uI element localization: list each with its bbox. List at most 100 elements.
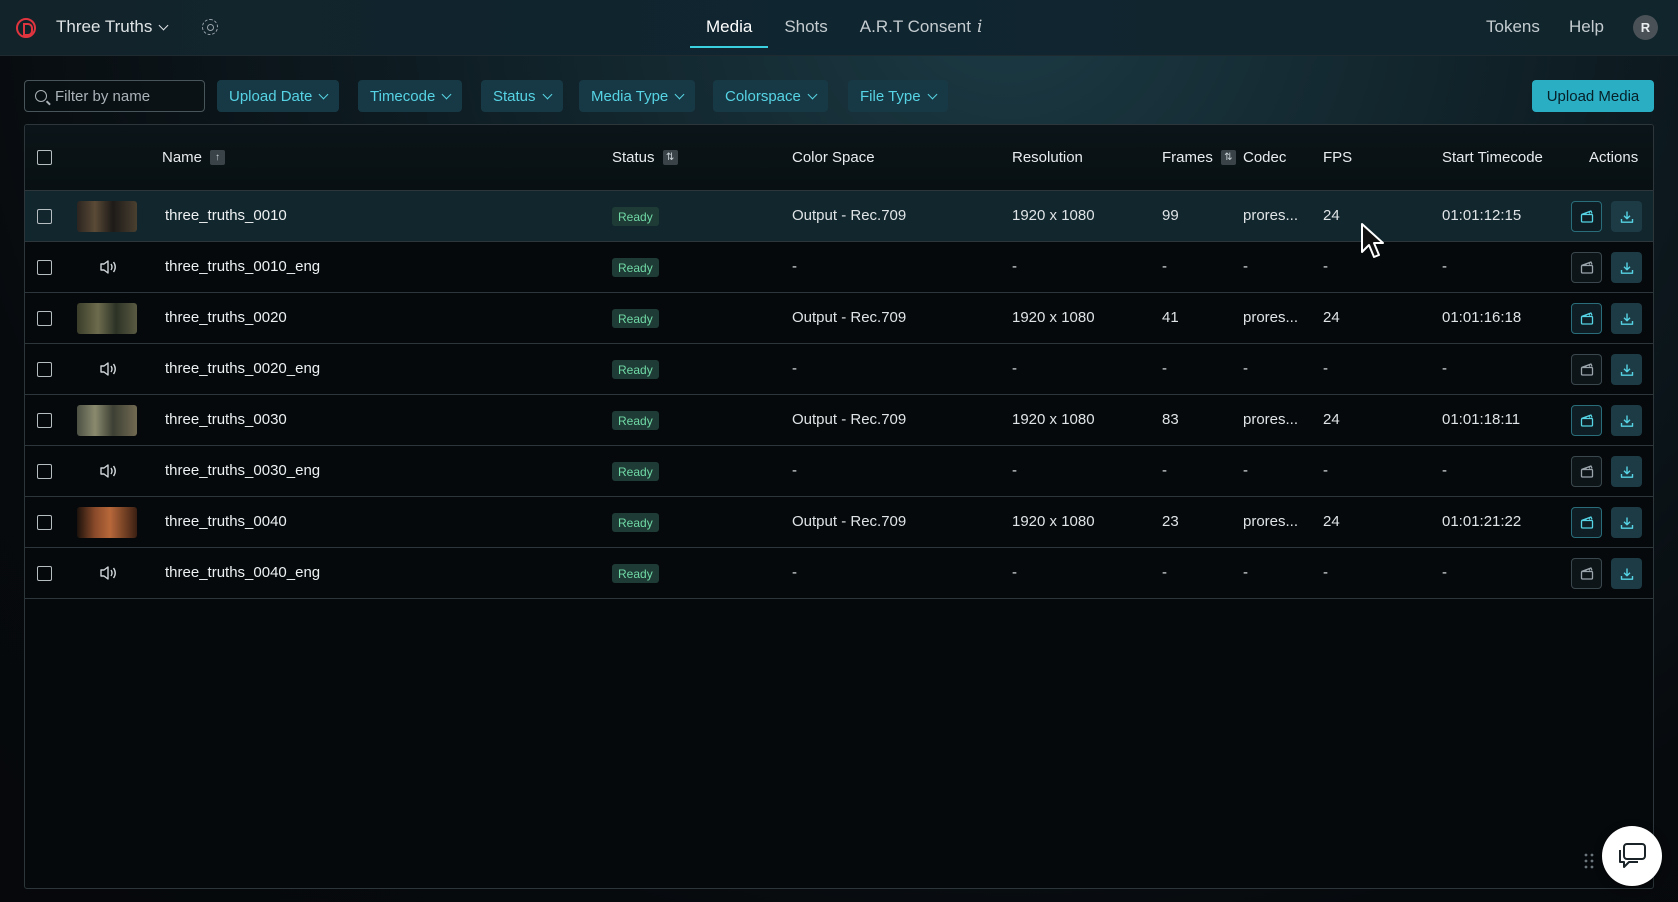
clapperboard-icon [1580, 567, 1593, 580]
filter-colorspace[interactable]: Colorspace [713, 80, 828, 112]
row-checkbox[interactable] [37, 515, 52, 530]
video-thumbnail[interactable] [77, 201, 137, 232]
app-logo-icon[interactable] [16, 18, 36, 38]
filter-timecode[interactable]: Timecode [358, 80, 463, 112]
filter-media-type[interactable]: Media Type [579, 80, 696, 112]
create-shot-button[interactable] [1571, 405, 1602, 436]
download-button[interactable] [1611, 354, 1642, 385]
video-thumbnail[interactable] [77, 507, 137, 538]
column-status[interactable]: Status ⇅ [612, 149, 678, 166]
search-input[interactable] [55, 87, 195, 105]
media-name[interactable]: three_truths_0030_eng [165, 462, 320, 479]
table-row[interactable]: three_truths_0020 Ready Output - Rec.709 19… [25, 293, 1653, 344]
download-button[interactable] [1611, 558, 1642, 589]
status-badge: Ready [612, 258, 659, 277]
download-icon [1620, 517, 1633, 529]
codec-value: - [1243, 462, 1248, 479]
search-icon [35, 90, 47, 102]
video-thumbnail[interactable] [77, 303, 137, 334]
codec-value: - [1243, 360, 1248, 377]
row-checkbox[interactable] [37, 566, 52, 581]
row-checkbox[interactable] [37, 413, 52, 428]
color-space-value: Output - Rec.709 [792, 309, 907, 326]
select-all-checkbox[interactable] [37, 150, 52, 165]
media-name[interactable]: three_truths_0020_eng [165, 360, 320, 377]
codec-value: prores... [1243, 309, 1299, 326]
tab-media[interactable]: Media [690, 0, 769, 48]
column-frames[interactable]: Frames ⇅ [1162, 149, 1236, 166]
tab-art-consent[interactable]: A.R.T Consent i [844, 0, 999, 48]
row-checkbox[interactable] [37, 362, 52, 377]
create-shot-button[interactable] [1571, 201, 1602, 232]
table-row[interactable]: three_truths_0010_eng Ready - - - - - - [25, 242, 1653, 293]
resolution-value: 1920 x 1080 [1012, 207, 1095, 224]
chat-button[interactable] [1602, 826, 1662, 886]
create-shot-button[interactable] [1571, 303, 1602, 334]
frames-value: - [1162, 360, 1167, 377]
table-row[interactable]: three_truths_0040_eng Ready - - - - - - [25, 548, 1653, 599]
download-icon [1620, 313, 1633, 325]
resolution-value: - [1012, 564, 1017, 581]
status-badge: Ready [612, 360, 659, 379]
create-shot-button[interactable] [1571, 558, 1602, 589]
avatar[interactable]: R [1633, 15, 1658, 40]
column-actions: Actions [1589, 149, 1639, 166]
speaker-icon [100, 260, 116, 274]
chevron-down-icon [542, 89, 552, 99]
row-checkbox[interactable] [37, 209, 52, 224]
start-timecode-value: - [1442, 462, 1447, 479]
download-button[interactable] [1611, 456, 1642, 487]
info-icon[interactable]: i [977, 17, 982, 37]
column-name[interactable]: Name ↑ [162, 149, 226, 166]
table-row[interactable]: three_truths_0010 Ready Output - Rec.709 19… [25, 191, 1653, 242]
media-name[interactable]: three_truths_0010 [165, 207, 287, 224]
frames-value: 23 [1162, 513, 1179, 530]
media-name[interactable]: three_truths_0010_eng [165, 258, 320, 275]
search-field[interactable] [24, 80, 205, 112]
sort-icon[interactable]: ⇅ [662, 150, 678, 165]
sort-icon[interactable]: ⇅ [1220, 150, 1236, 165]
codec-value: prores... [1243, 207, 1299, 224]
download-button[interactable] [1611, 507, 1642, 538]
create-shot-button[interactable] [1571, 354, 1602, 385]
download-icon [1620, 415, 1633, 427]
color-space-value: Output - Rec.709 [792, 411, 907, 428]
table-row[interactable]: three_truths_0020_eng Ready - - - - - - [25, 344, 1653, 395]
color-space-value: - [792, 564, 797, 581]
media-name[interactable]: three_truths_0040_eng [165, 564, 320, 581]
fps-value: 24 [1323, 207, 1340, 224]
table-row[interactable]: three_truths_0030_eng Ready - - - - - - [25, 446, 1653, 497]
video-thumbnail[interactable] [77, 405, 137, 436]
upload-media-button[interactable]: Upload Media [1532, 80, 1654, 112]
tab-shots[interactable]: Shots [768, 0, 843, 48]
download-icon [1620, 568, 1633, 580]
create-shot-button[interactable] [1571, 252, 1602, 283]
filter-file-type[interactable]: File Type [848, 80, 948, 112]
drag-handle-icon[interactable] [1584, 852, 1594, 870]
start-timecode-value: - [1442, 564, 1447, 581]
frames-value: - [1162, 258, 1167, 275]
gear-icon[interactable] [202, 19, 218, 35]
media-name[interactable]: three_truths_0040 [165, 513, 287, 530]
download-button[interactable] [1611, 252, 1642, 283]
project-switcher[interactable]: Three Truths [56, 17, 169, 37]
row-checkbox[interactable] [37, 260, 52, 275]
download-button[interactable] [1611, 303, 1642, 334]
row-checkbox[interactable] [37, 464, 52, 479]
column-codec: Codec [1243, 149, 1287, 166]
table-row[interactable]: three_truths_0030 Ready Output - Rec.709 19… [25, 395, 1653, 446]
row-checkbox[interactable] [37, 311, 52, 326]
create-shot-button[interactable] [1571, 456, 1602, 487]
help-link[interactable]: Help [1569, 17, 1604, 37]
filter-status[interactable]: Status [481, 80, 563, 112]
filter-upload-date[interactable]: Upload Date [217, 80, 340, 112]
download-icon [1620, 466, 1633, 478]
media-name[interactable]: three_truths_0030 [165, 411, 287, 428]
download-button[interactable] [1611, 405, 1642, 436]
table-row[interactable]: three_truths_0040 Ready Output - Rec.709 19… [25, 497, 1653, 548]
media-name[interactable]: three_truths_0020 [165, 309, 287, 326]
tokens-link[interactable]: Tokens [1486, 17, 1540, 37]
sort-asc-icon[interactable]: ↑ [210, 150, 226, 165]
create-shot-button[interactable] [1571, 507, 1602, 538]
download-button[interactable] [1611, 201, 1642, 232]
